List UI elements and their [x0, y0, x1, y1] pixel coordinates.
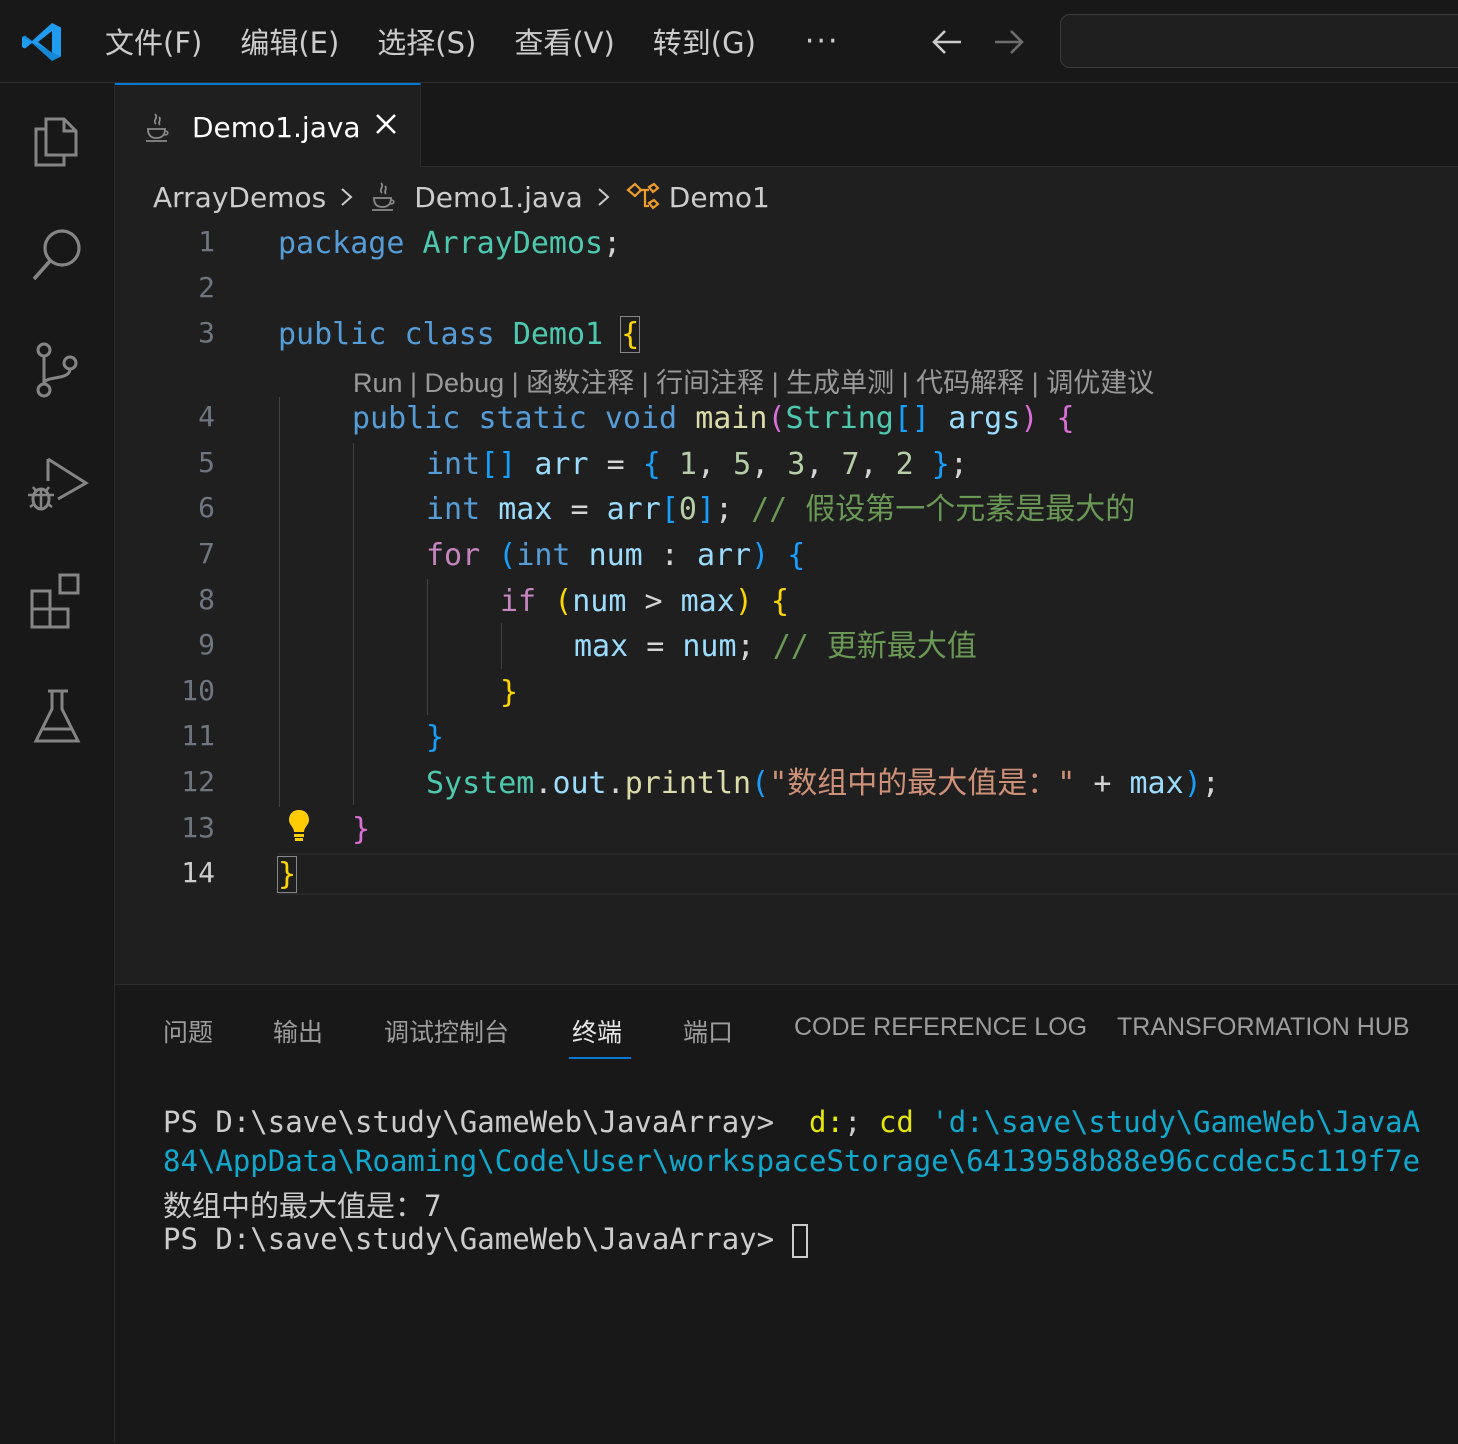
- line-number: 12: [181, 765, 215, 798]
- terminal-output[interactable]: PS D:\save\study\GameWeb\JavaArray> d:; …: [163, 1105, 1420, 1309]
- indent-guide: [353, 443, 354, 805]
- tab-problems[interactable]: 问题: [163, 1013, 213, 1049]
- lightbulb-icon[interactable]: [287, 808, 311, 844]
- vscode-logo-icon[interactable]: [20, 20, 64, 64]
- breadcrumb-symbol[interactable]: Demo1: [669, 181, 770, 214]
- code-line-9: max = num; // 更新最大值: [574, 629, 977, 664]
- tab-label: Demo1.java: [192, 111, 361, 144]
- tab-output[interactable]: 输出: [273, 1013, 323, 1049]
- codelens-actions[interactable]: Run | Debug | 函数注释 | 行间注释 | 生成单测 | 代码解释 …: [353, 361, 1154, 400]
- run-and-debug-icon[interactable]: [24, 451, 90, 517]
- tab-debug-console[interactable]: 调试控制台: [384, 1013, 509, 1049]
- terminal-line: PS D:\save\study\GameWeb\JavaArray>: [163, 1222, 808, 1258]
- code-line-14: }: [276, 856, 298, 893]
- code-line-11: }: [426, 720, 445, 755]
- line-number-active: 14: [181, 856, 215, 889]
- current-line-highlight: [278, 853, 1458, 895]
- indent-guide: [279, 397, 280, 807]
- line-number: 13: [181, 811, 215, 844]
- menu-selection[interactable]: 选择(S): [358, 20, 495, 62]
- indent-guide: [501, 623, 502, 669]
- bottom-panel: 问题 输出 调试控制台 终端 端口 CODE REFERENCE LOG TRA…: [115, 984, 1458, 1444]
- code-line-12: System.out.println("数组中的最大值是：" + max);: [426, 766, 1220, 801]
- activity-bar: [0, 83, 115, 1443]
- java-file-icon: [146, 113, 169, 142]
- menu-goto[interactable]: 转到(G): [634, 20, 775, 62]
- back-arrow-icon[interactable]: [927, 22, 967, 62]
- editor-tabs-bar: Demo1.java: [115, 83, 1458, 167]
- java-file-icon: [372, 182, 395, 211]
- chevron-right-icon: [341, 188, 353, 206]
- tab-ports[interactable]: 端口: [683, 1013, 733, 1049]
- code-line-7: for (int num : arr) {: [426, 538, 806, 573]
- title-bar: 文件(F) 编辑(E) 选择(S) 查看(V) 转到(G) ···: [0, 0, 1458, 83]
- indent-guide: [427, 579, 428, 715]
- menu-more-button[interactable]: ···: [775, 24, 866, 59]
- code-line-6: int max = arr[0]; // 假设第一个元素是最大的: [426, 492, 1136, 527]
- tab-code-reference-log[interactable]: CODE REFERENCE LOG: [794, 1013, 1087, 1042]
- code-line-4: public static void main(String[] args) {: [352, 401, 1075, 436]
- menu-bar: 文件(F) 编辑(E) 选择(S) 查看(V) 转到(G) ···: [86, 0, 866, 82]
- terminal-line: PS D:\save\study\GameWeb\JavaArray> d:; …: [163, 1105, 1421, 1139]
- code-line-3: public class Demo1 {: [278, 316, 641, 353]
- tab-demo1-java[interactable]: Demo1.java: [115, 83, 421, 167]
- tab-terminal[interactable]: 终端: [572, 1013, 622, 1049]
- breadcrumb: ArrayDemos Demo1.java Demo1: [153, 177, 770, 217]
- menu-view[interactable]: 查看(V): [495, 20, 633, 62]
- testing-icon[interactable]: [24, 683, 90, 749]
- code-line-13: }: [352, 812, 371, 847]
- active-tab-indicator: [569, 1057, 631, 1059]
- terminal-cursor: [791, 1224, 808, 1258]
- terminal-line: 84\AppData\Roaming\Code\User\workspaceSt…: [163, 1144, 1421, 1178]
- code-content: package ArrayDemos; public class Demo1 {…: [115, 167, 1220, 893]
- line-number: 11: [181, 719, 215, 752]
- command-center-search[interactable]: [1060, 14, 1458, 68]
- tab-transformation-hub[interactable]: TRANSFORMATION HUB: [1117, 1013, 1410, 1042]
- forward-arrow-icon[interactable]: [989, 22, 1029, 62]
- code-editor[interactable]: ArrayDemos Demo1.java Demo1 1 2 3 4 5 6 …: [115, 167, 1458, 984]
- code-line-8: if (num > max) {: [500, 584, 789, 619]
- code-line-1: package ArrayDemos;: [278, 226, 622, 261]
- code-line-10: }: [500, 675, 519, 710]
- search-icon[interactable]: [24, 221, 90, 287]
- code-line-5: int[] arr = { 1, 5, 3, 7, 2 };: [426, 447, 968, 482]
- menu-edit[interactable]: 编辑(E): [221, 20, 358, 62]
- extensions-icon[interactable]: [24, 567, 90, 633]
- close-icon[interactable]: [371, 109, 401, 139]
- breadcrumb-file[interactable]: Demo1.java: [414, 181, 583, 214]
- explorer-icon[interactable]: [24, 107, 90, 173]
- source-control-icon[interactable]: [24, 337, 90, 403]
- menu-file[interactable]: 文件(F): [86, 20, 221, 62]
- chevron-right-icon: [598, 188, 610, 206]
- class-symbol-icon: [626, 182, 660, 210]
- terminal-line: 数组中的最大值是：7: [163, 1189, 442, 1223]
